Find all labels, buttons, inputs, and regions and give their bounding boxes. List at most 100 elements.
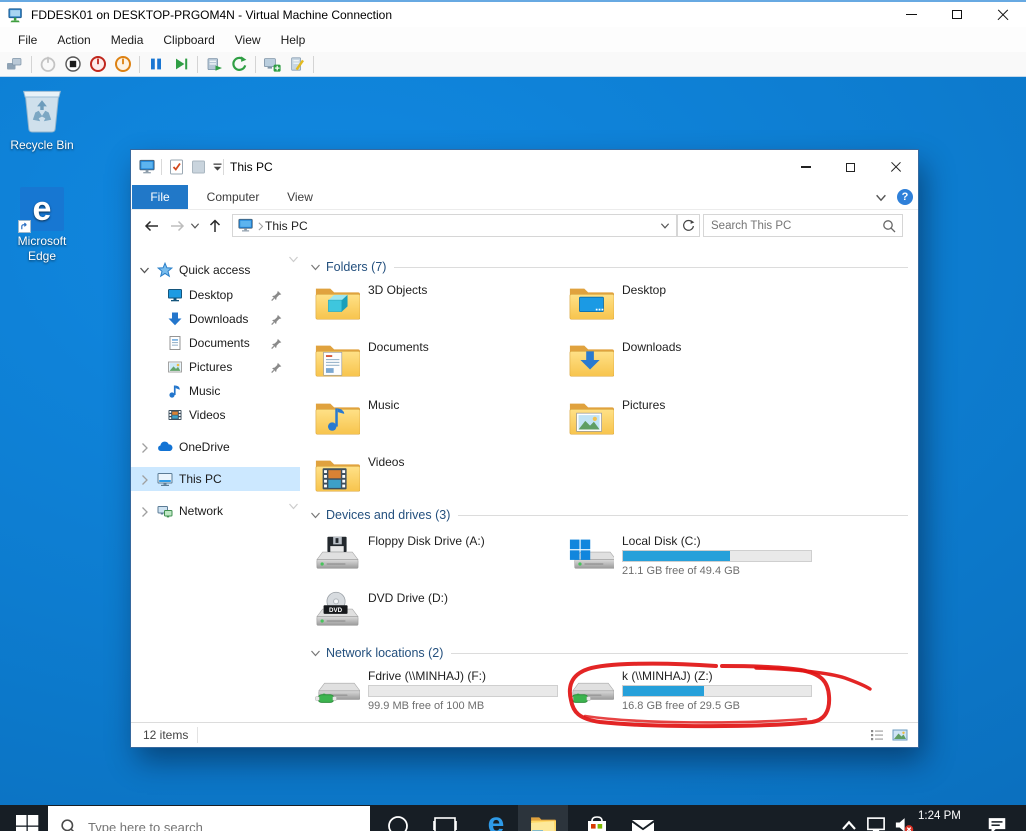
- videos-icon: [168, 410, 182, 420]
- vm-close-button[interactable]: [980, 2, 1026, 27]
- start-button[interactable]: [14, 813, 40, 831]
- help-button[interactable]: ?: [897, 189, 913, 205]
- chevron-right-icon[interactable]: [139, 442, 150, 453]
- expand-ribbon-icon[interactable]: [875, 192, 887, 204]
- address-bar[interactable]: This PC: [232, 214, 677, 237]
- search-box[interactable]: [703, 214, 903, 237]
- details-view-button[interactable]: [869, 727, 885, 743]
- file-explorer-icon: [531, 817, 556, 831]
- tile-downloads[interactable]: Downloads: [568, 339, 818, 391]
- floppy-drive-icon: [316, 536, 359, 569]
- sidebar-item-desktop[interactable]: Desktop: [131, 283, 300, 307]
- show-hidden-icons-button[interactable]: [840, 817, 858, 831]
- vm-minimize-button[interactable]: [888, 2, 934, 27]
- tray-volume-muted-icon[interactable]: [894, 815, 914, 831]
- tile-documents[interactable]: Documents: [314, 339, 564, 391]
- group-header-devices[interactable]: Devices and drives (3): [310, 506, 908, 524]
- sidebar-item-documents[interactable]: Documents: [131, 331, 300, 355]
- large-icons-view-button[interactable]: [892, 727, 908, 743]
- chevron-down-icon[interactable]: [139, 265, 150, 276]
- desktop-icon-microsoft-edge[interactable]: e Microsoft Edge: [6, 187, 78, 264]
- tab-file[interactable]: File: [132, 185, 188, 209]
- menu-media[interactable]: Media: [101, 29, 154, 51]
- menu-file[interactable]: File: [8, 29, 47, 51]
- status-separator: [197, 727, 198, 743]
- microsoft-store-button[interactable]: [584, 813, 610, 831]
- tile-dvd-drive[interactable]: DVD DVD Drive (D:): [314, 590, 564, 642]
- start-vm-button[interactable]: [39, 55, 57, 73]
- vm-window-controls: [888, 2, 1026, 27]
- menu-clipboard[interactable]: Clipboard: [153, 29, 224, 51]
- tile-3d-objects[interactable]: 3D Objects: [314, 282, 564, 334]
- refresh-button[interactable]: [677, 214, 700, 237]
- status-bar: 12 items: [131, 722, 918, 747]
- chevron-right-icon[interactable]: [139, 474, 150, 485]
- turn-off-button[interactable]: [64, 55, 82, 73]
- rename-button[interactable]: [288, 55, 306, 73]
- ctrl-alt-del-button[interactable]: [6, 55, 24, 73]
- taskbar-search-box[interactable]: [48, 806, 370, 831]
- tab-computer[interactable]: Computer: [193, 185, 273, 209]
- chevron-right-icon[interactable]: [139, 506, 150, 517]
- tile-music[interactable]: Music: [314, 397, 564, 449]
- cortana-button[interactable]: [385, 813, 411, 831]
- menu-help[interactable]: Help: [271, 29, 316, 51]
- tray-display-icon[interactable]: [866, 815, 886, 831]
- nav-scroll-chevron[interactable]: [288, 501, 299, 512]
- explorer-minimize-button[interactable]: [783, 150, 828, 184]
- explorer-maximize-button[interactable]: [828, 150, 873, 184]
- sidebar-item-pictures[interactable]: Pictures: [131, 355, 300, 379]
- pause-button[interactable]: [147, 55, 165, 73]
- sidebar-item-this-pc[interactable]: This PC: [131, 467, 300, 491]
- sidebar-item-onedrive[interactable]: OneDrive: [131, 435, 300, 459]
- tile-network-drive-f[interactable]: Fdrive (\\MINHAJ) (F:) 99.9 MB free of 1…: [314, 668, 564, 720]
- collapse-group-icon[interactable]: [310, 648, 321, 659]
- address-dropdown-icon[interactable]: [660, 221, 670, 231]
- checkpoint-button[interactable]: [263, 55, 281, 73]
- reset-button[interactable]: [205, 55, 223, 73]
- menu-view[interactable]: View: [225, 29, 271, 51]
- action-center-button[interactable]: [986, 814, 1008, 831]
- vm-maximize-button[interactable]: [934, 2, 980, 27]
- recent-locations-dropdown[interactable]: [187, 214, 203, 237]
- toolbar-separator: [313, 55, 314, 73]
- explorer-close-button[interactable]: [873, 150, 918, 184]
- menu-action[interactable]: Action: [47, 29, 100, 51]
- sidebar-item-quick-access[interactable]: Quick access: [131, 258, 300, 282]
- search-input[interactable]: [704, 215, 902, 236]
- group-header-network-locations[interactable]: Network locations (2): [310, 644, 908, 662]
- sidebar-item-videos[interactable]: Videos: [131, 403, 300, 427]
- forward-button[interactable]: [165, 214, 189, 237]
- group-header-folders[interactable]: Folders (7): [310, 258, 908, 276]
- nav-scroll-chevron[interactable]: [288, 254, 299, 265]
- taskbar-file-explorer-active[interactable]: [518, 805, 568, 831]
- collapse-group-icon[interactable]: [310, 262, 321, 273]
- back-button[interactable]: [139, 214, 163, 237]
- tile-pictures[interactable]: Pictures: [568, 397, 818, 449]
- resume-button[interactable]: [172, 55, 190, 73]
- shut-down-button[interactable]: [89, 55, 107, 73]
- sidebar-item-network[interactable]: Network: [131, 499, 300, 523]
- revert-button[interactable]: [230, 55, 248, 73]
- taskbar-search-input[interactable]: [88, 819, 328, 831]
- tray-clock[interactable]: 1:24 PM: [918, 810, 961, 822]
- tab-view[interactable]: View: [273, 185, 327, 209]
- tile-videos[interactable]: Videos: [314, 454, 564, 506]
- collapse-group-icon[interactable]: [310, 510, 321, 521]
- save-vm-button[interactable]: [114, 55, 132, 73]
- properties-qat-icon[interactable]: [169, 159, 184, 175]
- taskbar-edge-button[interactable]: e: [480, 808, 512, 831]
- new-folder-qat-icon[interactable]: [191, 159, 206, 175]
- sidebar-item-downloads[interactable]: Downloads: [131, 307, 300, 331]
- up-button[interactable]: [203, 214, 227, 237]
- tile-local-disk-c[interactable]: Local Disk (C:) 21.1 GB free of 49.4 GB: [568, 533, 818, 585]
- tile-network-drive-z[interactable]: k (\\MINHAJ) (Z:) 16.8 GB free of 29.5 G…: [568, 668, 818, 720]
- task-view-button[interactable]: [432, 813, 458, 831]
- sidebar-item-music[interactable]: Music: [131, 379, 300, 403]
- tile-floppy-drive[interactable]: Floppy Disk Drive (A:): [314, 533, 564, 585]
- help-glyph: ?: [901, 191, 909, 203]
- mail-button[interactable]: [630, 813, 656, 831]
- desktop-icon-recycle-bin[interactable]: Recycle Bin: [4, 85, 80, 152]
- guest-taskbar: e: [0, 805, 1026, 831]
- tile-desktop[interactable]: Desktop: [568, 282, 818, 334]
